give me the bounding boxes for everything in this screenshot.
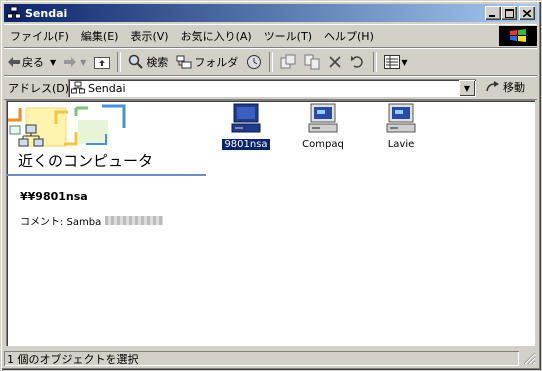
computer-item-9801nsa[interactable]: 9801nsa [214,102,278,151]
status-pane: 1 個のオブジェクトを選択 [4,351,519,366]
forward-arrow-icon [64,57,77,67]
unc-path: ¥¥9801nsa [20,190,88,203]
folders-button[interactable]: フォルダ [172,51,242,73]
close-icon [523,9,531,17]
address-label: アドレス(D) [8,82,70,95]
up-folder-button[interactable] [90,51,114,73]
comment-label: コメント: Samba [20,217,102,228]
toolbar-separator [269,52,274,72]
delete-icon [329,56,341,68]
back-button[interactable]: 戻る ▼ [4,51,60,73]
address-value: Sendai [88,81,126,95]
network-icon [7,6,21,19]
folder-content[interactable]: 近くのコンピュータ ¥¥9801nsa コメント: Samba 9801nsa [6,100,535,346]
undo-button[interactable] [346,51,370,73]
computer-icon [386,103,416,133]
computer-item-lavie[interactable]: Lavie [369,102,433,150]
up-folder-icon [94,57,111,69]
menu-file[interactable]: ファイル(F) [4,28,75,44]
back-arrow-icon [8,57,20,67]
address-dropdown-button[interactable]: ▼ [459,80,475,96]
address-bar: アドレス(D) Sendai ▼ 移動 [4,76,537,100]
back-label: 戻る [22,56,44,69]
folders-icon [176,55,192,69]
minimize-button[interactable] [485,6,501,20]
close-button[interactable] [519,6,535,20]
menu-help[interactable]: ヘルプ(H) [318,28,380,44]
go-button[interactable]: 移動 [486,79,525,95]
computer-label: Lavie [387,139,415,150]
toolbar-separator [373,52,378,72]
panel-divider [6,174,206,176]
search-icon [129,54,144,69]
computer-label: 9801nsa [221,138,271,151]
search-label: 検索 [146,56,169,69]
network-icon [18,124,44,147]
menu-favorites[interactable]: お気に入り(A) [175,28,258,44]
views-button[interactable]: ▼ [380,51,411,73]
forward-button[interactable]: ▼ [60,51,90,73]
move-to-icon [280,54,296,69]
title-bar[interactable]: Sendai [4,4,537,22]
go-arrow-icon [486,81,499,92]
undo-icon [351,56,364,68]
move-to-button[interactable] [276,51,300,73]
redacted-text [105,216,164,225]
search-button[interactable]: 検索 [124,51,172,73]
history-button[interactable] [242,51,266,73]
network-icon [71,81,85,94]
copy-to-icon [304,54,320,70]
minimize-icon [489,15,495,17]
back-dropdown-icon[interactable]: ▼ [50,58,56,67]
computer-label: Compaq [302,139,344,150]
resize-grip-icon[interactable] [523,352,536,365]
forward-dropdown-icon[interactable]: ▼ [80,58,86,67]
window-title: Sendai [25,6,68,20]
computer-item-compaq[interactable]: Compaq [291,102,355,150]
delete-button[interactable] [324,51,346,73]
history-icon [247,55,262,69]
computer-icon [308,103,338,133]
toolbar-separator [117,52,122,72]
menu-view[interactable]: 表示(V) [124,28,174,44]
standard-toolbar: 戻る ▼ ▼ 検索 フォルダ ▼ [4,48,537,76]
chevron-down-icon: ▼ [463,83,471,93]
panel-title: 近くのコンピュータ [18,152,154,170]
address-input[interactable]: Sendai ▼ [68,79,476,97]
windows-flag-icon [510,29,526,42]
views-dropdown-icon[interactable]: ▼ [401,58,407,67]
maximize-icon [504,8,514,18]
comment-text: コメント: Samba [20,213,164,228]
maximize-button[interactable] [501,6,517,20]
computer-icon [231,103,261,133]
menu-bar: ファイル(F) 編集(E) 表示(V) お気に入り(A) ツール(T) ヘルプ(… [4,24,537,48]
menu-edit[interactable]: 編集(E) [75,28,125,44]
status-bar: 1 個のオブジェクトを選択 [4,350,537,367]
status-text: 1 個のオブジェクトを選択 [7,352,139,366]
explorer-window: Sendai ファイル(F) 編集(E) 表示(V) お気に入り(A) ツール(… [0,0,542,371]
go-label: 移動 [503,81,525,94]
menu-tools[interactable]: ツール(T) [258,28,318,44]
folders-label: フォルダ [194,56,239,69]
windows-logo [499,26,537,46]
views-icon [384,55,401,69]
copy-to-button[interactable] [300,51,324,73]
